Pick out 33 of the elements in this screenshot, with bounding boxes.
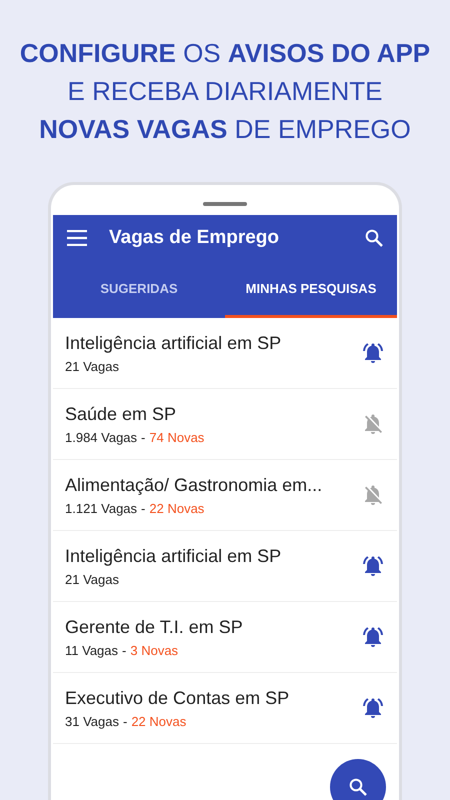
search-title: Saúde em SP	[65, 404, 176, 424]
job-count: 21 Vagas	[65, 572, 119, 586]
search-icon[interactable]	[365, 229, 383, 247]
job-count: 1.121 Vagas	[65, 500, 138, 516]
headline: CONFIGURE OS AVISOS DO APP E RECEBA DIARIAMENTE NOVAS VAGAS DE EMPREGO	[18, 37, 432, 146]
menu-icon[interactable]	[67, 230, 87, 246]
bell-ringing-icon[interactable]	[361, 625, 385, 649]
job-count: 11 Vagas	[65, 642, 118, 658]
phone-speaker	[203, 202, 247, 206]
search-title: Executivo de Contas em SP	[65, 688, 290, 708]
new-count: 22 Novas	[149, 500, 204, 516]
search-button[interactable]	[330, 759, 386, 800]
search-title: Gerente de T.I. em SP	[65, 616, 243, 638]
new-count: 3 Novas	[130, 642, 178, 658]
separator: -	[122, 642, 126, 658]
bell-ringing-icon[interactable]	[361, 341, 385, 365]
job-count: 21 Vagas	[65, 358, 119, 374]
search-title: Inteligência artificial em SP	[65, 332, 282, 354]
app-title: Vagas de Emprego	[109, 227, 280, 249]
new-count: 22 Novas	[131, 714, 186, 728]
search-title: Inteligência artificial em SP	[65, 546, 282, 566]
job-count: 1.984 Vagas	[65, 430, 138, 444]
bell-ringing-icon[interactable]	[361, 696, 385, 720]
new-count: 74 Novas	[149, 430, 204, 444]
separator: -	[141, 430, 146, 444]
job-count: 31 Vagas	[65, 714, 119, 728]
tab[interactable]: MINHAS PESQUISAS	[225, 261, 397, 318]
tab[interactable]: SUGERIDAS	[53, 261, 225, 318]
separator: -	[141, 500, 146, 516]
separator: -	[122, 714, 128, 728]
bell-ringing-icon[interactable]	[361, 554, 385, 578]
search-icon	[349, 778, 367, 796]
search-title: Alimentação/ Gastronomia em...	[65, 474, 322, 496]
